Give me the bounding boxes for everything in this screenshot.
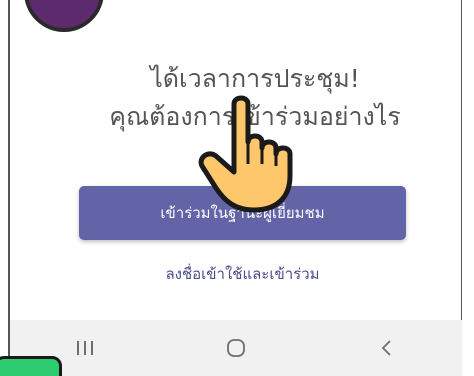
pointing-hand-icon bbox=[198, 95, 293, 213]
home-icon bbox=[227, 339, 245, 357]
system-navigation-bar bbox=[10, 320, 462, 376]
recent-apps-icon bbox=[77, 341, 94, 355]
home-button[interactable] bbox=[196, 328, 276, 368]
back-button[interactable] bbox=[347, 328, 427, 368]
meeting-prompt-title: ได้เวลาการประชุม! bbox=[150, 64, 360, 93]
sign-in-and-join-link[interactable]: ลงชื่อเข้าใช้และเข้าร่วม bbox=[79, 262, 406, 286]
frame-edge-right bbox=[461, 0, 474, 376]
screen: ได้เวลาการประชุม! คุณต้องการเข้าร่วมอย่า… bbox=[0, 0, 474, 376]
green-tab-shape bbox=[0, 356, 62, 376]
back-icon bbox=[381, 340, 391, 356]
app-avatar bbox=[24, 0, 104, 32]
